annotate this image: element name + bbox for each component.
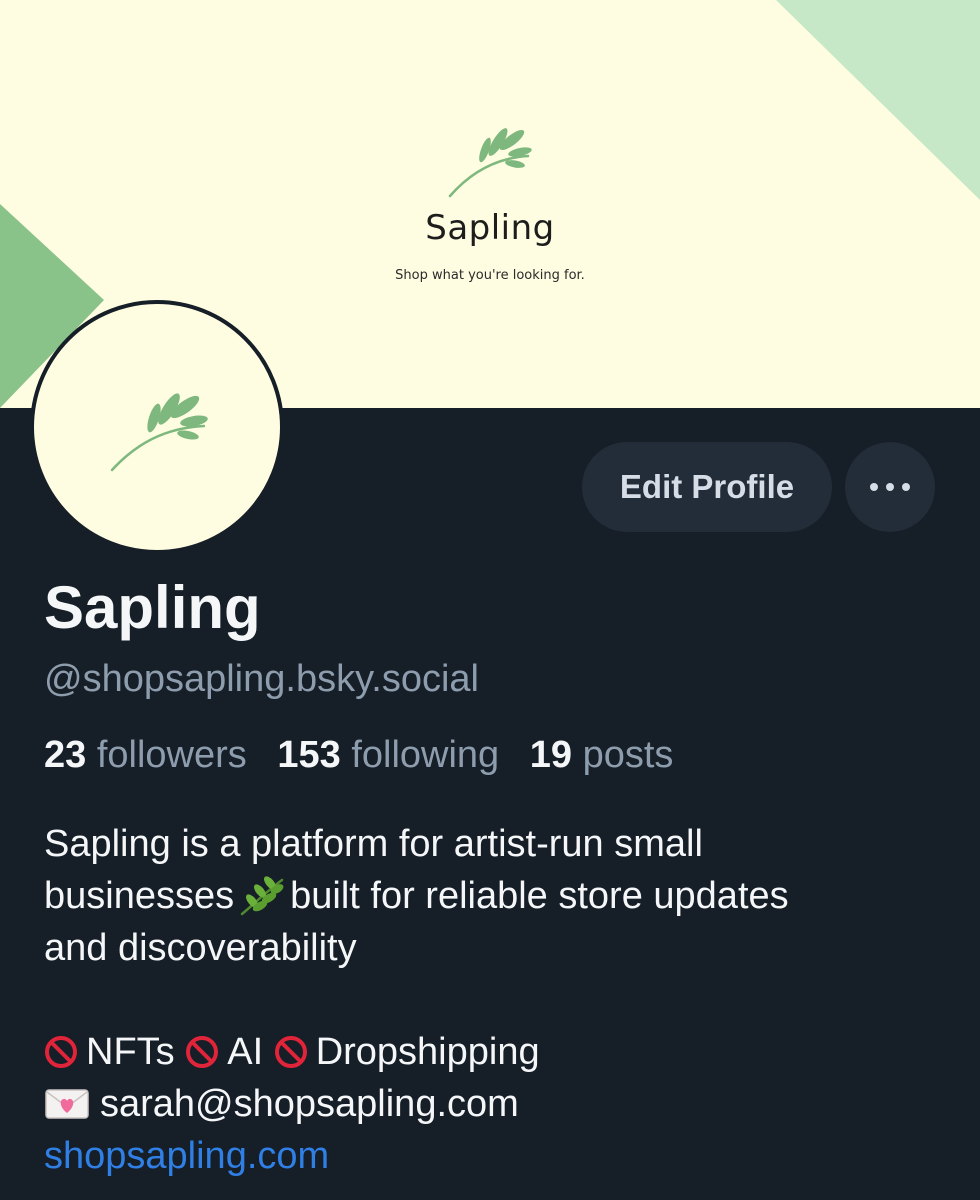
prohibited-icon xyxy=(45,1036,77,1068)
bio-line: and discoverability xyxy=(44,927,357,969)
bio-line: businesses built for reliable store upda… xyxy=(44,870,944,922)
followers-count: 23 xyxy=(44,734,87,776)
ban-item: Dropshipping xyxy=(315,1031,540,1073)
following-label: following xyxy=(351,734,500,776)
prohibited-icon xyxy=(274,1036,307,1068)
love-letter-icon xyxy=(45,1089,89,1119)
profile-bio: Sapling is a platform for artist-run sma… xyxy=(44,818,944,1182)
ban-item: AI xyxy=(227,1031,264,1073)
posts-count: 19 xyxy=(529,734,573,776)
sapling-logo-icon xyxy=(110,393,208,472)
more-options-button[interactable] xyxy=(845,442,935,532)
bio-text: businesses xyxy=(44,875,235,917)
display-name: Sapling xyxy=(44,574,261,641)
bio-line: Sapling is a platform for artist-run sma… xyxy=(44,823,703,865)
following-stat[interactable]: 153 following xyxy=(277,734,499,776)
profile-stats: 23 followers 153 following 19 posts xyxy=(44,732,693,778)
bio-spacer xyxy=(44,974,944,1026)
email-text[interactable]: sarah@shopsapling.com xyxy=(100,1083,519,1125)
profile-handle[interactable]: @shopsapling.bsky.social xyxy=(44,656,479,702)
edit-profile-button[interactable]: Edit Profile xyxy=(582,442,832,532)
avatar[interactable] xyxy=(30,300,284,554)
herb-emoji-icon xyxy=(240,876,284,916)
bio-email-line: sarah@shopsapling.com xyxy=(44,1078,944,1130)
posts-stat: 19 posts xyxy=(530,734,674,776)
banner-title: Sapling xyxy=(425,208,555,248)
profile-page: Sapling Shop what you're looking for. Ed… xyxy=(0,0,980,1200)
bio-text: built for reliable store updates xyxy=(290,875,789,917)
posts-label: posts xyxy=(582,734,674,776)
ellipsis-icon-dot xyxy=(886,483,894,491)
ellipsis-icon-dot xyxy=(902,483,910,491)
followers-stat[interactable]: 23 followers xyxy=(44,734,247,776)
prohibited-icon xyxy=(186,1036,219,1068)
following-count: 153 xyxy=(277,734,341,776)
bio-ban-line: NFTs AI Dropshipping xyxy=(44,1026,944,1078)
ban-item: NFTs xyxy=(86,1031,175,1073)
sapling-logo-icon xyxy=(448,128,532,198)
ellipsis-icon xyxy=(870,483,878,491)
banner-tagline: Shop what you're looking for. xyxy=(395,268,585,283)
followers-label: followers xyxy=(96,734,247,776)
website-link[interactable]: shopsapling.com xyxy=(44,1130,944,1182)
